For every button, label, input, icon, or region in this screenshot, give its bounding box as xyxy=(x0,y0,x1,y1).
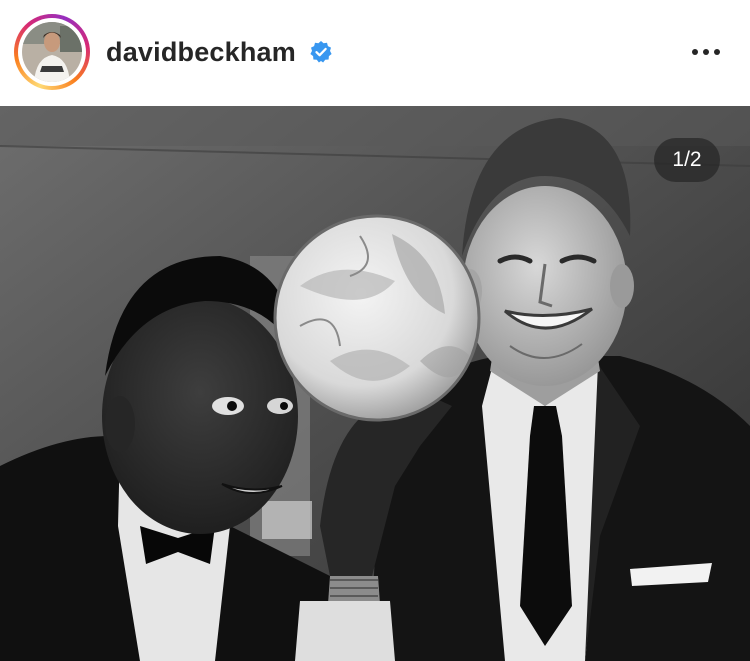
more-options-icon[interactable] xyxy=(684,34,728,70)
story-ring[interactable] xyxy=(14,14,90,90)
post-image[interactable] xyxy=(0,106,750,661)
post-header: davidbeckham xyxy=(0,0,750,106)
username-link[interactable]: davidbeckham xyxy=(106,34,296,70)
carousel-counter: 1/2 xyxy=(654,138,720,182)
verified-badge-icon xyxy=(310,41,332,63)
instagram-post: davidbeckham 1/2 xyxy=(0,0,750,661)
avatar[interactable] xyxy=(22,22,82,82)
avatar-frame xyxy=(18,18,86,86)
